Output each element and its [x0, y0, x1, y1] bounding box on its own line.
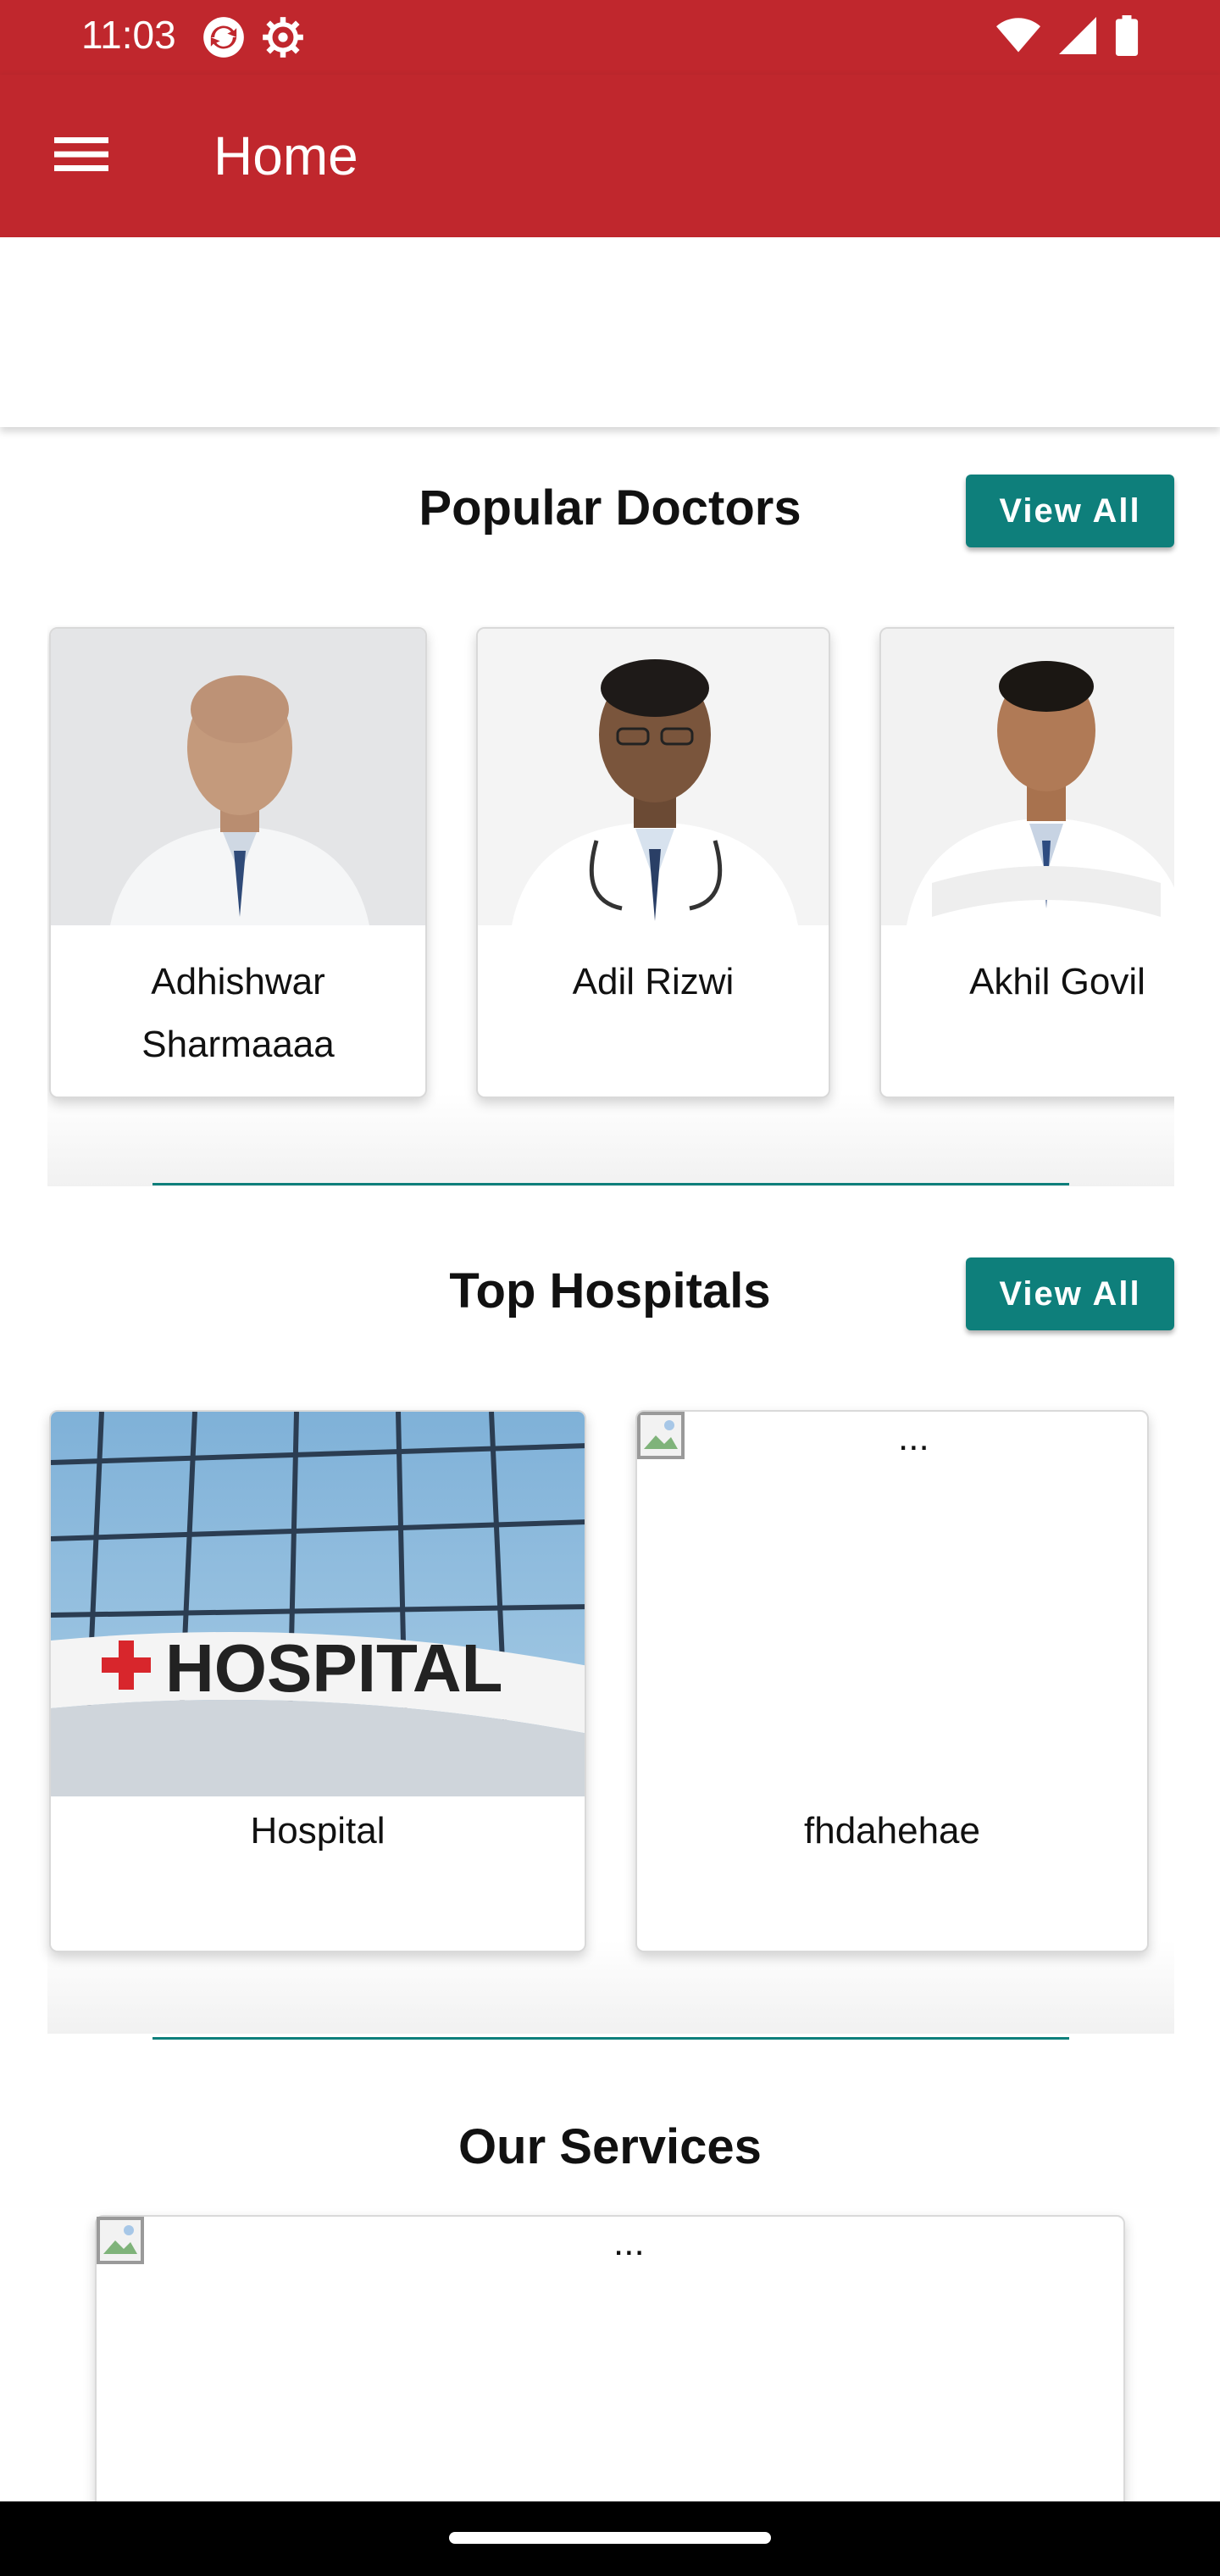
banner-slider[interactable]	[0, 237, 1220, 427]
sync-icon	[202, 15, 246, 64]
our-services-title: Our Services	[458, 2119, 762, 2174]
system-nav-bar	[0, 2501, 1220, 2576]
doctor-list[interactable]: Adhishwar Sharmaaaa Adil Rizwi Akhil Gov…	[47, 625, 1174, 1168]
doctor-card[interactable]: Akhil Govil	[879, 627, 1174, 1098]
signal-icon	[1059, 17, 1096, 58]
page-title: Home	[214, 125, 358, 186]
doctor-photo	[51, 629, 425, 925]
hospital-card[interactable]: ... fhdahehae	[635, 1410, 1149, 1952]
status-time: 11:03	[81, 13, 176, 57]
section-divider	[152, 2037, 1069, 2040]
hospital-card[interactable]: HOSPITAL Hospital	[49, 1410, 586, 1952]
status-bar: 11:03	[0, 0, 1220, 75]
wifi-icon	[996, 17, 1040, 58]
menu-button[interactable]	[47, 122, 115, 190]
hospital-name: Hospital	[250, 1810, 385, 1852]
section-divider	[152, 1183, 1069, 1185]
hospital-sign-text: HOSPITAL	[165, 1630, 503, 1706]
doctor-photo	[881, 629, 1174, 925]
image-alt-text: ...	[613, 2222, 645, 2263]
hospital-name: fhdahehae	[804, 1810, 980, 1852]
doctor-name: Adil Rizwi	[572, 961, 735, 1002]
app-bar: Home	[0, 75, 1220, 237]
settings-icon	[261, 15, 305, 64]
doctor-card[interactable]: Adhishwar Sharmaaaa	[49, 627, 427, 1098]
doctors-view-all-button[interactable]: View All	[966, 475, 1174, 547]
broken-image-icon	[97, 2217, 144, 2264]
doctor-name: Akhil Govil	[969, 961, 1145, 1002]
battery-icon	[1115, 15, 1139, 60]
doctor-name: Adhishwar Sharmaaaa	[141, 961, 335, 1065]
menu-icon	[54, 134, 108, 179]
service-card[interactable]: ...	[95, 2215, 1125, 2520]
hospital-photo: HOSPITAL	[51, 1412, 585, 1796]
hospital-strip-shadow	[47, 1940, 1174, 2034]
doctor-photo	[478, 629, 829, 925]
doctor-card[interactable]: Adil Rizwi	[476, 627, 830, 1098]
image-alt-text: ...	[898, 1417, 929, 1458]
home-gesture-handle[interactable]	[449, 2532, 771, 2544]
broken-image-icon	[637, 1412, 685, 1459]
hospitals-view-all-button[interactable]: View All	[966, 1257, 1174, 1330]
